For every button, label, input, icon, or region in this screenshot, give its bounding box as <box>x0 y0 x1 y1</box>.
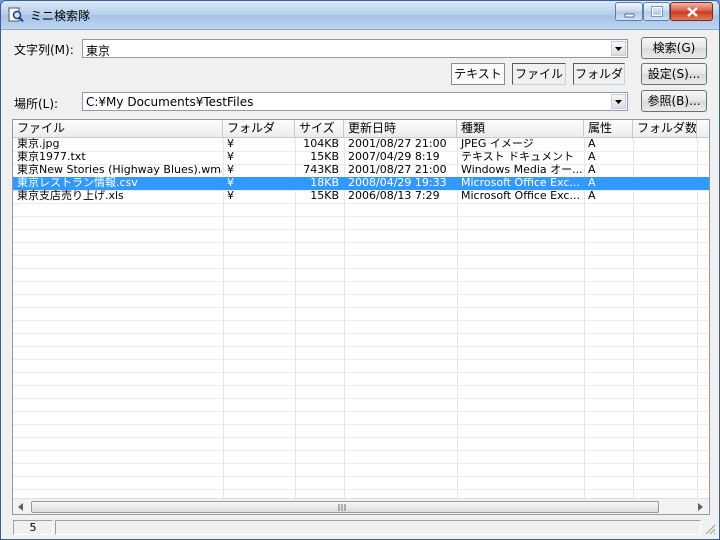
column-header-attr[interactable]: 属性 <box>584 120 633 137</box>
cell-modified: 2006/08/13 7:29 <box>348 190 440 202</box>
table-row[interactable]: 東京.jpg ¥104KB 2001/08/27 21:00 JPEG イメージ A <box>13 138 709 151</box>
list-header: ファイル フォルダ サイズ 更新日時 種類 属性 フォルダ数 <box>13 120 709 138</box>
search-place-combo[interactable]: C:¥My Documents¥TestFiles <box>82 92 628 111</box>
browse-button[interactable]: 参照(B)... <box>641 90 707 112</box>
status-count: 5 <box>13 520 53 535</box>
cell-folder: ¥ <box>227 190 234 202</box>
title-bar: ミニ検索隊 <box>1 1 719 30</box>
cell-attr: A <box>588 164 596 176</box>
column-header-file[interactable]: ファイル <box>13 120 223 137</box>
horizontal-scrollbar[interactable] <box>13 498 709 514</box>
cell-attr: A <box>588 151 596 163</box>
search-button[interactable]: 検索(G) <box>641 37 707 59</box>
minimize-button[interactable] <box>615 2 643 21</box>
scroll-left-arrow-icon[interactable] <box>16 502 26 512</box>
scrollbar-thumb[interactable] <box>31 501 659 513</box>
table-row[interactable]: 東京レストラン情報.csv ¥18KB 2008/04/29 19:33 Micros… <box>13 177 709 190</box>
combo-dropdown-button[interactable] <box>611 94 626 109</box>
maximize-icon <box>651 6 663 17</box>
column-header-folder-count[interactable]: フォルダ数 <box>633 120 697 137</box>
close-icon <box>687 7 698 17</box>
table-row[interactable]: 東京1977.txt ¥15KB 2007/04/29 8:19 テキスト ドキュメン… <box>13 151 709 164</box>
cell-size: 743KB <box>303 164 339 176</box>
results-list[interactable]: ファイル フォルダ サイズ 更新日時 種類 属性 フォルダ数 東京.jpg ¥10… <box>12 119 710 515</box>
cell-type: JPEG イメージ <box>461 138 534 150</box>
place-label: 場所(L): <box>14 97 59 111</box>
maximize-button[interactable] <box>643 2 670 21</box>
toggle-file[interactable]: ファイル <box>512 63 566 85</box>
cell-type: Microsoft Office Exc... <box>461 177 580 189</box>
minimize-icon <box>624 13 635 18</box>
list-body: 東京.jpg ¥104KB 2001/08/27 21:00 JPEG イメージ A 東京… <box>13 138 709 498</box>
cell-size: 18KB <box>310 177 339 189</box>
status-bar: 5 <box>1 517 719 539</box>
cell-attr: A <box>588 138 596 150</box>
cell-modified: 2007/04/29 8:19 <box>348 151 440 163</box>
cell-modified: 2001/08/27 21:00 <box>348 164 447 176</box>
search-magnifier-icon <box>8 7 24 23</box>
search-panel: 文字列(M): 東京 検索(G) テキスト ファイル フォルダ 設定(S)...… <box>1 30 719 118</box>
cell-name: 東京New Stories (Highway Blues).wma <box>17 164 222 176</box>
column-header-modified[interactable]: 更新日時 <box>344 120 457 137</box>
cell-folder: ¥ <box>227 177 234 189</box>
column-header-folder[interactable]: フォルダ <box>223 120 295 137</box>
table-row[interactable]: 東京支店売り上げ.xls ¥15KB 2006/08/13 7:29 Microsof… <box>13 190 709 203</box>
scroll-right-arrow-icon[interactable] <box>695 502 705 512</box>
cell-name: 東京レストラン情報.csv <box>17 177 138 189</box>
chevron-down-icon <box>615 100 622 104</box>
cell-folder: ¥ <box>227 164 234 176</box>
search-string-combo[interactable]: 東京 <box>82 39 628 58</box>
cell-folder: ¥ <box>227 138 234 150</box>
settings-button[interactable]: 設定(S)... <box>641 63 707 85</box>
search-string-value: 東京 <box>86 44 111 58</box>
status-message-panel <box>55 520 701 535</box>
cell-size: 15KB <box>310 190 339 202</box>
cell-type: テキスト ドキュメント <box>461 151 575 163</box>
combo-dropdown-button[interactable] <box>611 41 626 56</box>
cell-name: 東京1977.txt <box>17 151 86 163</box>
search-place-value: C:¥My Documents¥TestFiles <box>86 95 254 109</box>
cell-attr: A <box>588 190 596 202</box>
resize-grip-icon[interactable] <box>704 523 716 535</box>
cell-attr: A <box>588 177 596 189</box>
column-header-size[interactable]: サイズ <box>295 120 344 137</box>
cell-type: Microsoft Office Exc... <box>461 190 580 202</box>
column-header-type[interactable]: 種類 <box>457 120 584 137</box>
cell-name: 東京支店売り上げ.xls <box>17 190 124 202</box>
cell-type: Windows Media オー... <box>461 164 583 176</box>
toggle-folder[interactable]: フォルダ <box>573 63 625 85</box>
cell-folder: ¥ <box>227 151 234 163</box>
string-label: 文字列(M): <box>14 43 74 57</box>
app-window: ミニ検索隊 文字列(M): 東京 検索(G) テキスト ファイル フォルダ 設定… <box>0 0 720 540</box>
cell-size: 15KB <box>310 151 339 163</box>
cell-modified: 2008/04/29 19:33 <box>348 177 447 189</box>
cell-modified: 2001/08/27 21:00 <box>348 138 447 150</box>
cell-name: 東京.jpg <box>17 138 60 150</box>
chevron-down-icon <box>615 47 622 51</box>
cell-size: 104KB <box>303 138 339 150</box>
table-row[interactable]: 東京New Stories (Highway Blues).wma ¥743KB 2… <box>13 164 709 177</box>
grip-icon <box>338 504 346 511</box>
close-button[interactable] <box>670 2 713 21</box>
window-title: ミニ検索隊 <box>30 9 91 23</box>
toggle-text[interactable]: テキスト <box>451 63 505 85</box>
